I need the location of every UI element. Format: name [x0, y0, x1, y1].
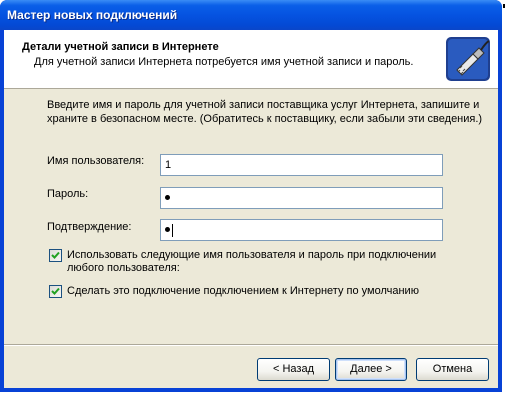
footer-separator — [4, 344, 498, 346]
username-label: Имя пользователя: — [47, 155, 145, 167]
password-input[interactable] — [160, 187, 443, 209]
default-connection-checkbox[interactable] — [49, 285, 62, 298]
next-button[interactable]: Далее > — [335, 358, 407, 381]
header-title: Детали учетной записи в Интернете — [22, 41, 219, 53]
network-connection-icon — [446, 37, 490, 81]
wizard-client-area: Детали учетной записи в Интернете Для уч… — [4, 30, 498, 388]
confirm-mask-dot — [165, 227, 170, 232]
use-for-all-users-checkbox[interactable] — [49, 249, 62, 262]
checkmark-icon — [51, 251, 60, 259]
back-button[interactable]: < Назад — [257, 358, 330, 381]
default-connection-label[interactable]: Сделать это подключение подключением к И… — [67, 285, 419, 298]
wizard-header: Детали учетной записи в Интернете Для уч… — [4, 30, 498, 89]
text-caret — [172, 224, 173, 237]
background-edge — [502, 0, 506, 395]
username-input[interactable]: 1 — [160, 154, 443, 176]
confirm-password-input[interactable] — [160, 219, 443, 241]
cancel-button[interactable]: Отмена — [416, 358, 489, 381]
password-mask-dot — [165, 195, 170, 200]
use-for-all-users-label[interactable]: Использовать следующие имя пользователя … — [67, 249, 447, 275]
password-label: Пароль: — [47, 188, 89, 200]
username-value: 1 — [165, 159, 172, 171]
window-title: Мастер новых подключений — [7, 8, 178, 22]
edge-mark — [503, 4, 505, 8]
checkmark-icon — [51, 287, 60, 295]
title-bar[interactable]: Мастер новых подключений — [0, 0, 502, 30]
wizard-window: Мастер новых подключений Детали учетной … — [0, 0, 502, 392]
header-subtitle: Для учетной записи Интернета потребуется… — [34, 56, 414, 68]
confirm-label: Подтверждение: — [47, 221, 132, 233]
intro-text: Введите имя и пароль для учетной записи … — [47, 99, 483, 125]
